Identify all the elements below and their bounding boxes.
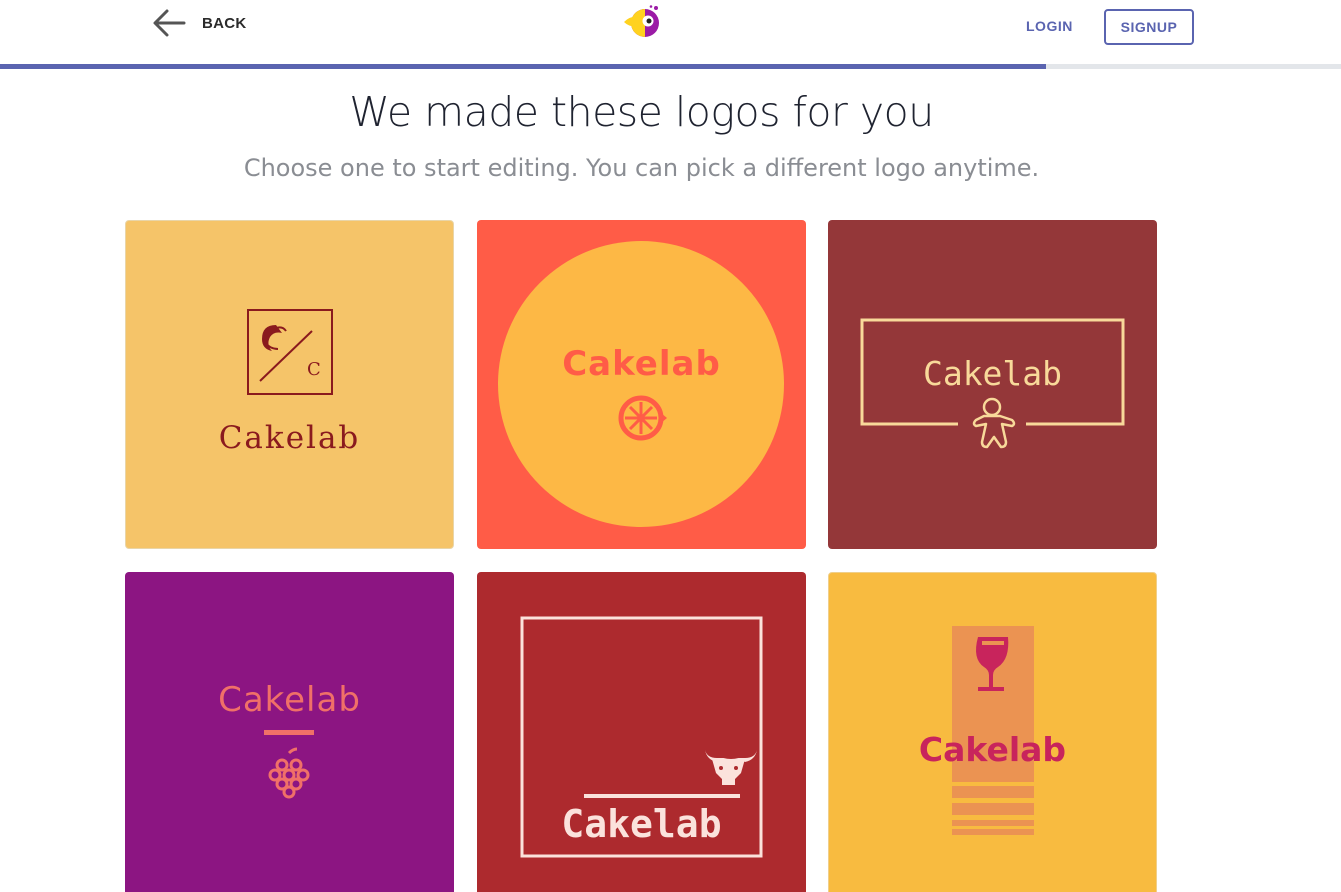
logo-monogram: C: [307, 359, 321, 380]
logo-option-2[interactable]: Cakelab: [477, 220, 806, 549]
toucan-logo-icon[interactable]: [620, 4, 664, 42]
signup-button[interactable]: SIGNUP: [1104, 9, 1194, 45]
progress-bar-fill: [0, 64, 1046, 69]
shrimp-icon: [262, 325, 287, 351]
logo-name: Cakelab: [562, 344, 721, 384]
logo-name: Cakelab: [922, 354, 1063, 393]
gingerbread-man-icon: [972, 397, 1016, 449]
logo-option-3[interactable]: Cakelab: [828, 220, 1157, 549]
logo-option-4-art: [264, 730, 314, 799]
back-label: BACK: [202, 14, 247, 32]
logo-option-1[interactable]: C Cakelab: [125, 220, 454, 549]
logo-name: Cakelab: [218, 420, 361, 456]
page-title: We made these logos for you: [349, 88, 934, 136]
logo-option-6[interactable]: Cakelab: [828, 572, 1157, 892]
logo-name: Cakelab: [918, 730, 1067, 769]
top-bar: BACK LOGIN SIGNUP: [0, 0, 1341, 64]
arrow-left-icon: [153, 9, 186, 37]
progress-bar: [0, 64, 1341, 69]
logo-option-2-art: [498, 241, 784, 527]
logo-name: Cakelab: [218, 680, 361, 720]
login-link[interactable]: LOGIN: [1026, 18, 1073, 34]
bull-head-icon: [705, 750, 757, 785]
page-subtitle: Choose one to start editing. You can pic…: [243, 154, 1040, 182]
grapes-icon: [268, 747, 310, 799]
logo-option-4[interactable]: Cakelab: [125, 572, 454, 892]
logo-option-1-art: C: [247, 309, 333, 395]
back-button[interactable]: BACK: [152, 8, 247, 38]
logo-option-5[interactable]: Cakelab: [477, 572, 806, 892]
logo-name: Cakelab: [561, 802, 722, 846]
